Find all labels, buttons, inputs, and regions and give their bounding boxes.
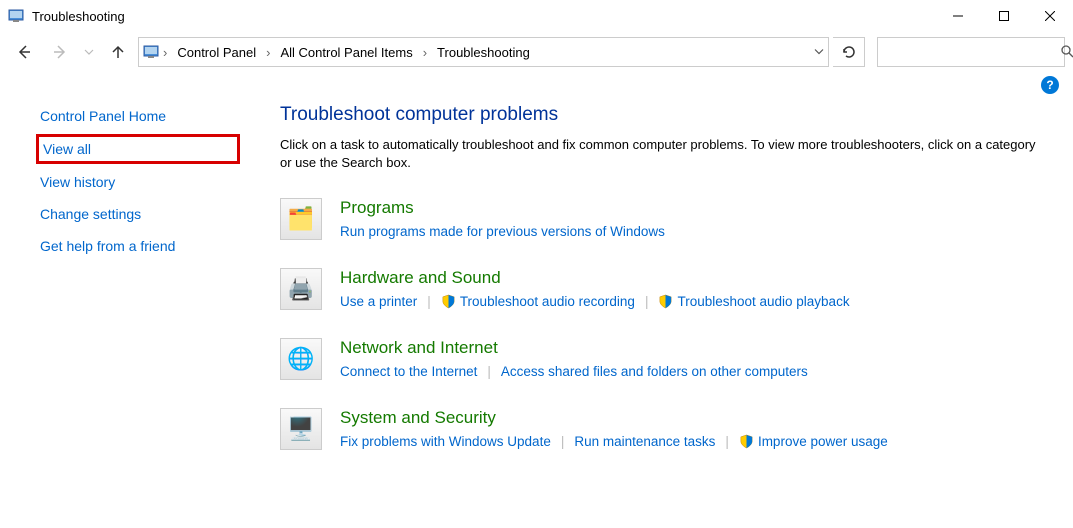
sidebar-item[interactable]: Change settings [36,200,240,228]
up-button[interactable] [102,36,134,68]
category-links: Fix problems with Windows Update | Run mai… [340,434,1037,449]
sidebar: Control Panel Home View all View history Ch… [0,94,240,478]
page-title: Troubleshoot computer problems [280,104,1037,126]
sidebar-item[interactable]: Get help from a friend [36,232,240,260]
history-dropdown[interactable] [80,36,98,68]
task-link[interactable]: Access shared files and folders on other… [501,364,808,379]
shield-icon [739,434,754,449]
link-separator: | [427,294,431,309]
sidebar-item[interactable]: Control Panel Home [36,102,240,130]
titlebar: Troubleshooting [0,0,1073,32]
forward-button[interactable] [44,36,76,68]
task-link[interactable]: Fix problems with Windows Update [340,434,551,449]
task-link[interactable]: Troubleshoot audio recording [441,294,635,309]
task-link[interactable]: Use a printer [340,294,417,309]
link-separator: | [645,294,649,309]
breadcrumb-icon [143,44,159,60]
search-box[interactable] [877,37,1065,67]
link-separator: | [487,364,491,379]
category-links: Use a printer | Troubleshoot audio recordi… [340,294,1037,309]
breadcrumb-item[interactable]: All Control Panel Items [274,43,418,62]
programs-icon: 🗂️ [280,198,322,240]
task-link-label: Troubleshoot audio recording [460,294,635,309]
category: 🌐 Network and Internet Connect to the Inte… [280,338,1037,380]
chevron-right-icon: › [264,45,272,60]
task-link-label: Access shared files and folders on other… [501,364,808,379]
category-body: System and Security Fix problems with Win… [340,408,1037,449]
link-separator: | [725,434,729,449]
task-link[interactable]: Improve power usage [739,434,888,449]
hardware-icon: 🖨️ [280,268,322,310]
page-description: Click on a task to automatically trouble… [280,136,1037,172]
task-link-label: Improve power usage [758,434,888,449]
category: 🗂️ Programs Run programs made for previous… [280,198,1037,240]
maximize-button[interactable] [981,0,1027,32]
category-title[interactable]: Hardware and Sound [340,268,1037,288]
category-title[interactable]: Programs [340,198,1037,218]
task-link[interactable]: Run maintenance tasks [574,434,715,449]
task-link-label: Run maintenance tasks [574,434,715,449]
main-panel: Troubleshoot computer problems Click on … [240,94,1057,478]
minimize-button[interactable] [935,0,981,32]
search-icon[interactable] [1060,44,1073,61]
breadcrumb-dropdown[interactable] [814,45,824,60]
category-body: Programs Run programs made for previous v… [340,198,1037,239]
task-link[interactable]: Troubleshoot audio playback [658,294,849,309]
help-row: ? [0,72,1073,94]
chevron-right-icon: › [161,45,169,60]
task-link-label: Run programs made for previous versions … [340,224,665,239]
app-icon [8,8,24,24]
window-title: Troubleshooting [32,9,935,24]
help-icon[interactable]: ? [1041,76,1059,94]
breadcrumb-item[interactable]: Control Panel [171,43,262,62]
content-area: Control Panel Home View all View history Ch… [0,94,1073,478]
network-icon: 🌐 [280,338,322,380]
category-body: Hardware and Sound Use a printer | Troubles… [340,268,1037,309]
category-title[interactable]: Network and Internet [340,338,1037,358]
task-link-label: Troubleshoot audio playback [677,294,849,309]
task-link[interactable]: Run programs made for previous versions … [340,224,665,239]
window-controls [935,0,1073,32]
category: 🖨️ Hardware and Sound Use a printer | Troubl… [280,268,1037,310]
category-links: Run programs made for previous versions … [340,224,1037,239]
sidebar-item[interactable]: View history [36,168,240,196]
search-input[interactable] [884,45,1060,60]
task-link-label: Connect to the Internet [340,364,477,379]
back-button[interactable] [8,36,40,68]
breadcrumb-item[interactable]: Troubleshooting [431,43,536,62]
category-body: Network and Internet Connect to the Inter… [340,338,1037,379]
refresh-button[interactable] [833,37,865,67]
close-button[interactable] [1027,0,1073,32]
link-separator: | [561,434,565,449]
breadcrumb[interactable]: › Control Panel › All Control Panel Item… [138,37,829,67]
task-link-label: Use a printer [340,294,417,309]
shield-icon [658,294,673,309]
category-title[interactable]: System and Security [340,408,1037,428]
task-link[interactable]: Connect to the Internet [340,364,477,379]
shield-icon [441,294,456,309]
chevron-right-icon: › [421,45,429,60]
system-icon: 🖥️ [280,408,322,450]
sidebar-item[interactable]: View all [36,134,240,164]
task-link-label: Fix problems with Windows Update [340,434,551,449]
category-list: 🗂️ Programs Run programs made for previous… [280,198,1037,450]
category-links: Connect to the Internet | Access shared fi… [340,364,1037,379]
navbar: › Control Panel › All Control Panel Item… [0,32,1073,72]
category: 🖥️ System and Security Fix problems with W… [280,408,1037,450]
